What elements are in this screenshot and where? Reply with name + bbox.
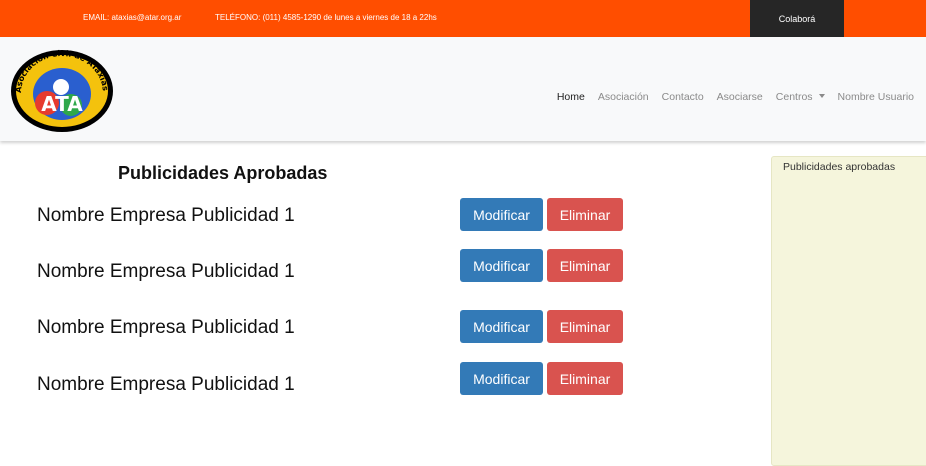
delete-button[interactable]: Eliminar [547,362,623,395]
delete-button[interactable]: Eliminar [547,249,623,282]
approved-ads-panel: Publicidades aprobadas [771,156,926,466]
main-navbar: Asociación Civil de ATaxias de ARgentina… [0,37,926,141]
logo-icon[interactable]: Asociación Civil de ATaxias de ARgentina… [9,47,115,133]
nav-item-home[interactable]: Home [557,91,585,103]
nav-item-asociacion[interactable]: Asociación [598,91,649,103]
logo-letters: ATA [41,92,83,116]
contact-phone: TELÉFONO: (011) 4585-1290 de lunes a vie… [215,13,437,22]
colabora-button[interactable]: Colaborá [750,0,844,37]
panel-title: Publicidades aprobadas [783,161,896,173]
company-name: Nombre Empresa Publicidad 1 [37,374,295,395]
modify-button[interactable]: Modificar [460,310,543,343]
nav-item-user[interactable]: Nombre Usuario [838,91,914,103]
delete-button[interactable]: Eliminar [547,310,623,343]
nav-item-asociarse[interactable]: Asociarse [717,91,763,103]
contact-email: EMAIL: ataxias@atar.org.ar [83,13,182,22]
nav-item-centros-dropdown[interactable]: Centros [776,91,825,103]
nav-item-contacto[interactable]: Contacto [662,91,704,103]
nav-menu: Home Asociación Contacto Asociarse Centr… [557,91,914,103]
company-name: Nombre Empresa Publicidad 1 [37,205,295,226]
nav-item-centros[interactable]: Centros [776,91,813,103]
modify-button[interactable]: Modificar [460,362,543,395]
delete-button[interactable]: Eliminar [547,198,623,231]
top-contact-bar: EMAIL: ataxias@atar.org.ar TELÉFONO: (01… [0,0,926,37]
company-name: Nombre Empresa Publicidad 1 [37,317,295,338]
company-name: Nombre Empresa Publicidad 1 [37,261,295,282]
modify-button[interactable]: Modificar [460,198,543,231]
page-title: Publicidades Aprobadas [118,163,328,183]
modify-button[interactable]: Modificar [460,249,543,282]
caret-down-icon [818,94,825,99]
